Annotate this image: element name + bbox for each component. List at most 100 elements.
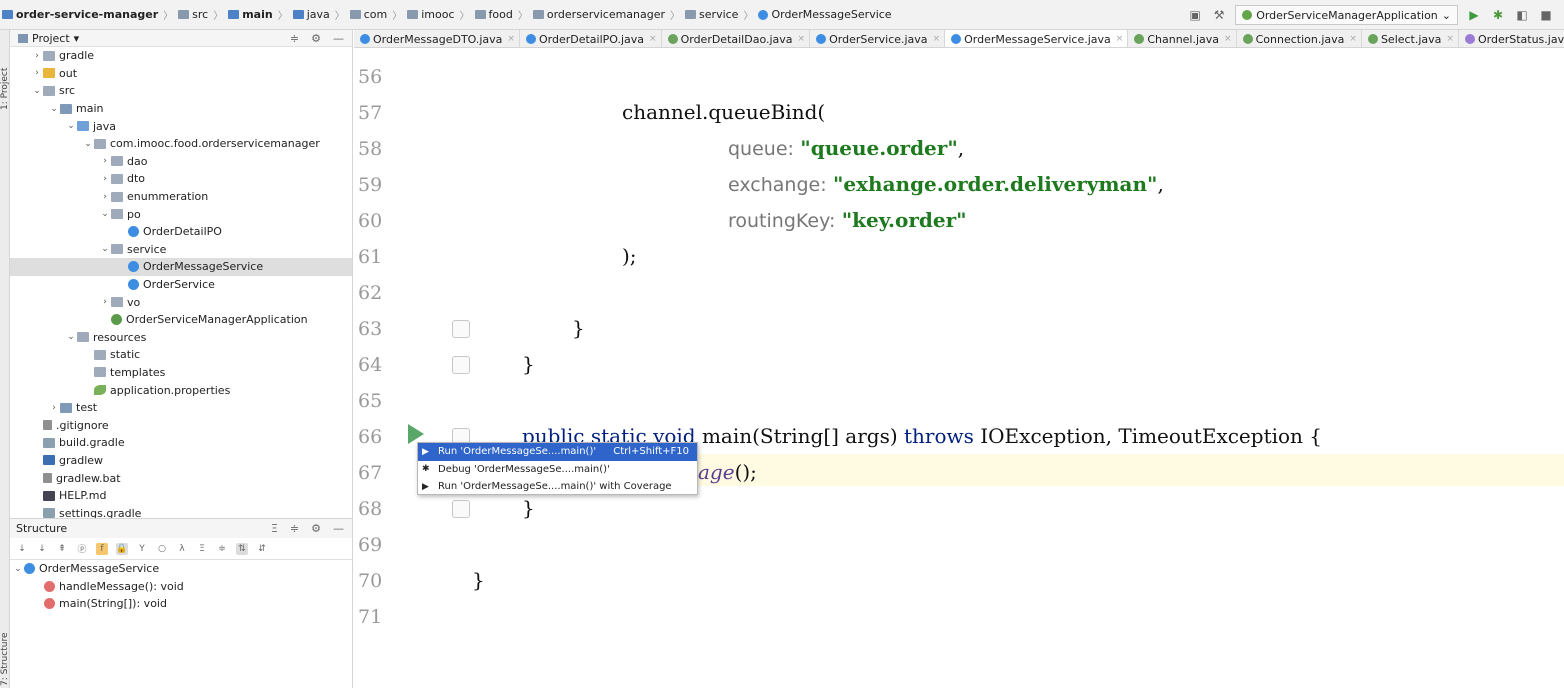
sort-visibility-icon[interactable]: ↓	[16, 543, 28, 555]
code-editor[interactable]: 56 57 58 59 60 61 62 63 64 65 66 67 68 69 70 71 channel…	[354, 48, 1564, 688]
stop-button[interactable]: ■	[1538, 7, 1554, 23]
close-icon[interactable]: ×	[1446, 34, 1454, 44]
tree-item[interactable]: › dto	[10, 170, 352, 188]
close-icon[interactable]: ×	[507, 34, 515, 44]
gear-icon[interactable]: ⚙	[311, 32, 321, 45]
tree-item[interactable]: › dao	[10, 153, 352, 171]
non-public-icon[interactable]: 🔒	[116, 542, 128, 555]
close-icon[interactable]: ×	[1224, 34, 1232, 44]
tree-item[interactable]: gradlew	[10, 452, 352, 470]
breadcrumb-item-main[interactable]: main	[228, 8, 273, 21]
properties-icon[interactable]: ⓟ	[76, 543, 88, 555]
chevron-right-icon[interactable]: ›	[99, 156, 111, 166]
tree-item[interactable]: OrderService	[10, 276, 352, 294]
fields-icon[interactable]: f	[96, 542, 108, 555]
structure-item[interactable]: main(String[]): void	[10, 595, 352, 613]
collapse-all-icon[interactable]: ≑	[290, 32, 299, 45]
tree-item[interactable]: › out	[10, 65, 352, 83]
breadcrumb-item-src[interactable]: src	[178, 8, 208, 21]
autoscroll-to-source-icon[interactable]: ⇅	[236, 542, 248, 555]
layout-icon[interactable]: ▣	[1187, 7, 1203, 23]
structure-item[interactable]: ⌄ OrderMessageService	[10, 560, 352, 578]
tree-item[interactable]: application.properties	[10, 381, 352, 399]
run-button[interactable]: ▶	[1466, 7, 1482, 23]
project-tool-window-tab[interactable]: 1: Project	[0, 68, 10, 110]
tree-item[interactable]: gradlew.bat	[10, 469, 352, 487]
popup-menu-item[interactable]: ✱ Debug 'OrderMessageSe....main()'	[418, 461, 697, 479]
chevron-right-icon[interactable]: ›	[31, 68, 43, 78]
coverage-button[interactable]: ◧	[1514, 7, 1530, 23]
breadcrumb-item-service[interactable]: service	[685, 8, 738, 21]
chevron-down-icon[interactable]: ⌄	[48, 104, 60, 114]
tree-item[interactable]: ⌄ com.imooc.food.orderservicemanager	[10, 135, 352, 153]
editor-tab[interactable]: OrderMessageDTO.java ×	[354, 30, 520, 47]
tree-item[interactable]: HELP.md	[10, 487, 352, 505]
collapse-icon[interactable]: ≑	[216, 543, 228, 555]
breadcrumb-item-project[interactable]: order-service-manager	[2, 8, 158, 21]
breadcrumb-item-java[interactable]: java	[292, 8, 330, 21]
fold-marker[interactable]	[452, 356, 470, 374]
lambda-icon[interactable]: λ	[176, 543, 188, 555]
chevron-down-icon[interactable]: ⌄	[99, 209, 111, 219]
chevron-right-icon[interactable]: ›	[99, 192, 111, 202]
expand-icon[interactable]: Ξ	[196, 543, 208, 555]
tree-item[interactable]: › enummeration	[10, 188, 352, 206]
close-icon[interactable]: ×	[649, 34, 657, 44]
breadcrumb-item-com[interactable]: com	[349, 8, 387, 21]
project-view-select[interactable]: Project ▾	[18, 32, 79, 45]
tree-item[interactable]: ⌄ resources	[10, 329, 352, 347]
tree-item[interactable]: OrderDetailPO	[10, 223, 352, 241]
hide-icon[interactable]: —	[333, 522, 344, 535]
tree-item[interactable]: ⌄ java	[10, 117, 352, 135]
tree-item[interactable]: ⌄ main	[10, 100, 352, 118]
expand-all-icon[interactable]: Ξ	[271, 522, 278, 535]
chevron-down-icon[interactable]: ⌄	[31, 86, 43, 96]
chevron-down-icon[interactable]: ⌄	[82, 139, 94, 149]
run-configuration-select[interactable]: OrderServiceManagerApplication ⌄	[1235, 5, 1458, 25]
lambdas-icon[interactable]: Y	[136, 543, 148, 555]
tree-item[interactable]: ⌄ service	[10, 241, 352, 259]
tree-item[interactable]: .gitignore	[10, 416, 352, 434]
chevron-down-icon[interactable]: ⌄	[12, 564, 24, 574]
close-icon[interactable]: ×	[933, 34, 941, 44]
chevron-down-icon[interactable]: ⌄	[65, 332, 77, 342]
tree-item[interactable]: build.gradle	[10, 434, 352, 452]
editor-tab[interactable]: OrderDetailPO.java ×	[520, 30, 662, 47]
gear-icon[interactable]: ⚙	[311, 522, 321, 535]
tree-item[interactable]: ⌄ src	[10, 82, 352, 100]
sort-alpha-icon[interactable]: ↓	[36, 543, 48, 555]
editor-tab[interactable]: Channel.java ×	[1128, 30, 1237, 47]
tree-item[interactable]: › vo	[10, 293, 352, 311]
editor-tab[interactable]: OrderDetailDao.java ×	[662, 30, 811, 47]
editor-tab[interactable]: OrderMessageService.java ×	[945, 30, 1129, 47]
chevron-right-icon[interactable]: ›	[99, 297, 111, 307]
autoscroll-from-source-icon[interactable]: ⇵	[256, 543, 268, 555]
editor-tab[interactable]: Connection.java ×	[1237, 30, 1362, 47]
fold-marker[interactable]	[452, 320, 470, 338]
chevron-down-icon[interactable]: ⌄	[65, 121, 77, 131]
fold-marker[interactable]	[452, 500, 470, 518]
editor-tab[interactable]: Select.java ×	[1362, 30, 1459, 47]
close-icon[interactable]: ×	[1116, 34, 1124, 44]
structure-tool-window-tab[interactable]: 7: Structure	[0, 633, 10, 687]
chevron-right-icon[interactable]: ›	[31, 51, 43, 61]
popup-menu-item[interactable]: ▶ Run 'OrderMessageSe....main()' Ctrl+Shif…	[418, 443, 697, 461]
inherited-icon[interactable]: ⇞	[56, 543, 68, 555]
tree-item[interactable]: › test	[10, 399, 352, 417]
debug-button[interactable]: ✱	[1490, 7, 1506, 23]
tree-item[interactable]: static	[10, 346, 352, 364]
chevron-down-icon[interactable]: ⌄	[99, 244, 111, 254]
structure-item[interactable]: handleMessage(): void	[10, 578, 352, 596]
collapse-all-icon[interactable]: ≑	[290, 522, 299, 535]
tree-item[interactable]: templates	[10, 364, 352, 382]
breadcrumb-item-orderservicemanager[interactable]: orderservicemanager	[532, 8, 665, 21]
anonymous-icon[interactable]: ○	[156, 543, 168, 555]
breadcrumb-item-food[interactable]: food	[474, 8, 513, 21]
chevron-right-icon[interactable]: ›	[48, 403, 60, 413]
tree-item[interactable]: OrderMessageService	[10, 258, 352, 276]
close-icon[interactable]: ×	[798, 34, 806, 44]
editor-tab[interactable]: OrderService.java ×	[810, 30, 946, 47]
tree-item[interactable]: › gradle	[10, 47, 352, 65]
breadcrumb-item-class[interactable]: OrderMessageService	[758, 8, 892, 21]
build-hammer-icon[interactable]: ⚒	[1211, 7, 1227, 23]
